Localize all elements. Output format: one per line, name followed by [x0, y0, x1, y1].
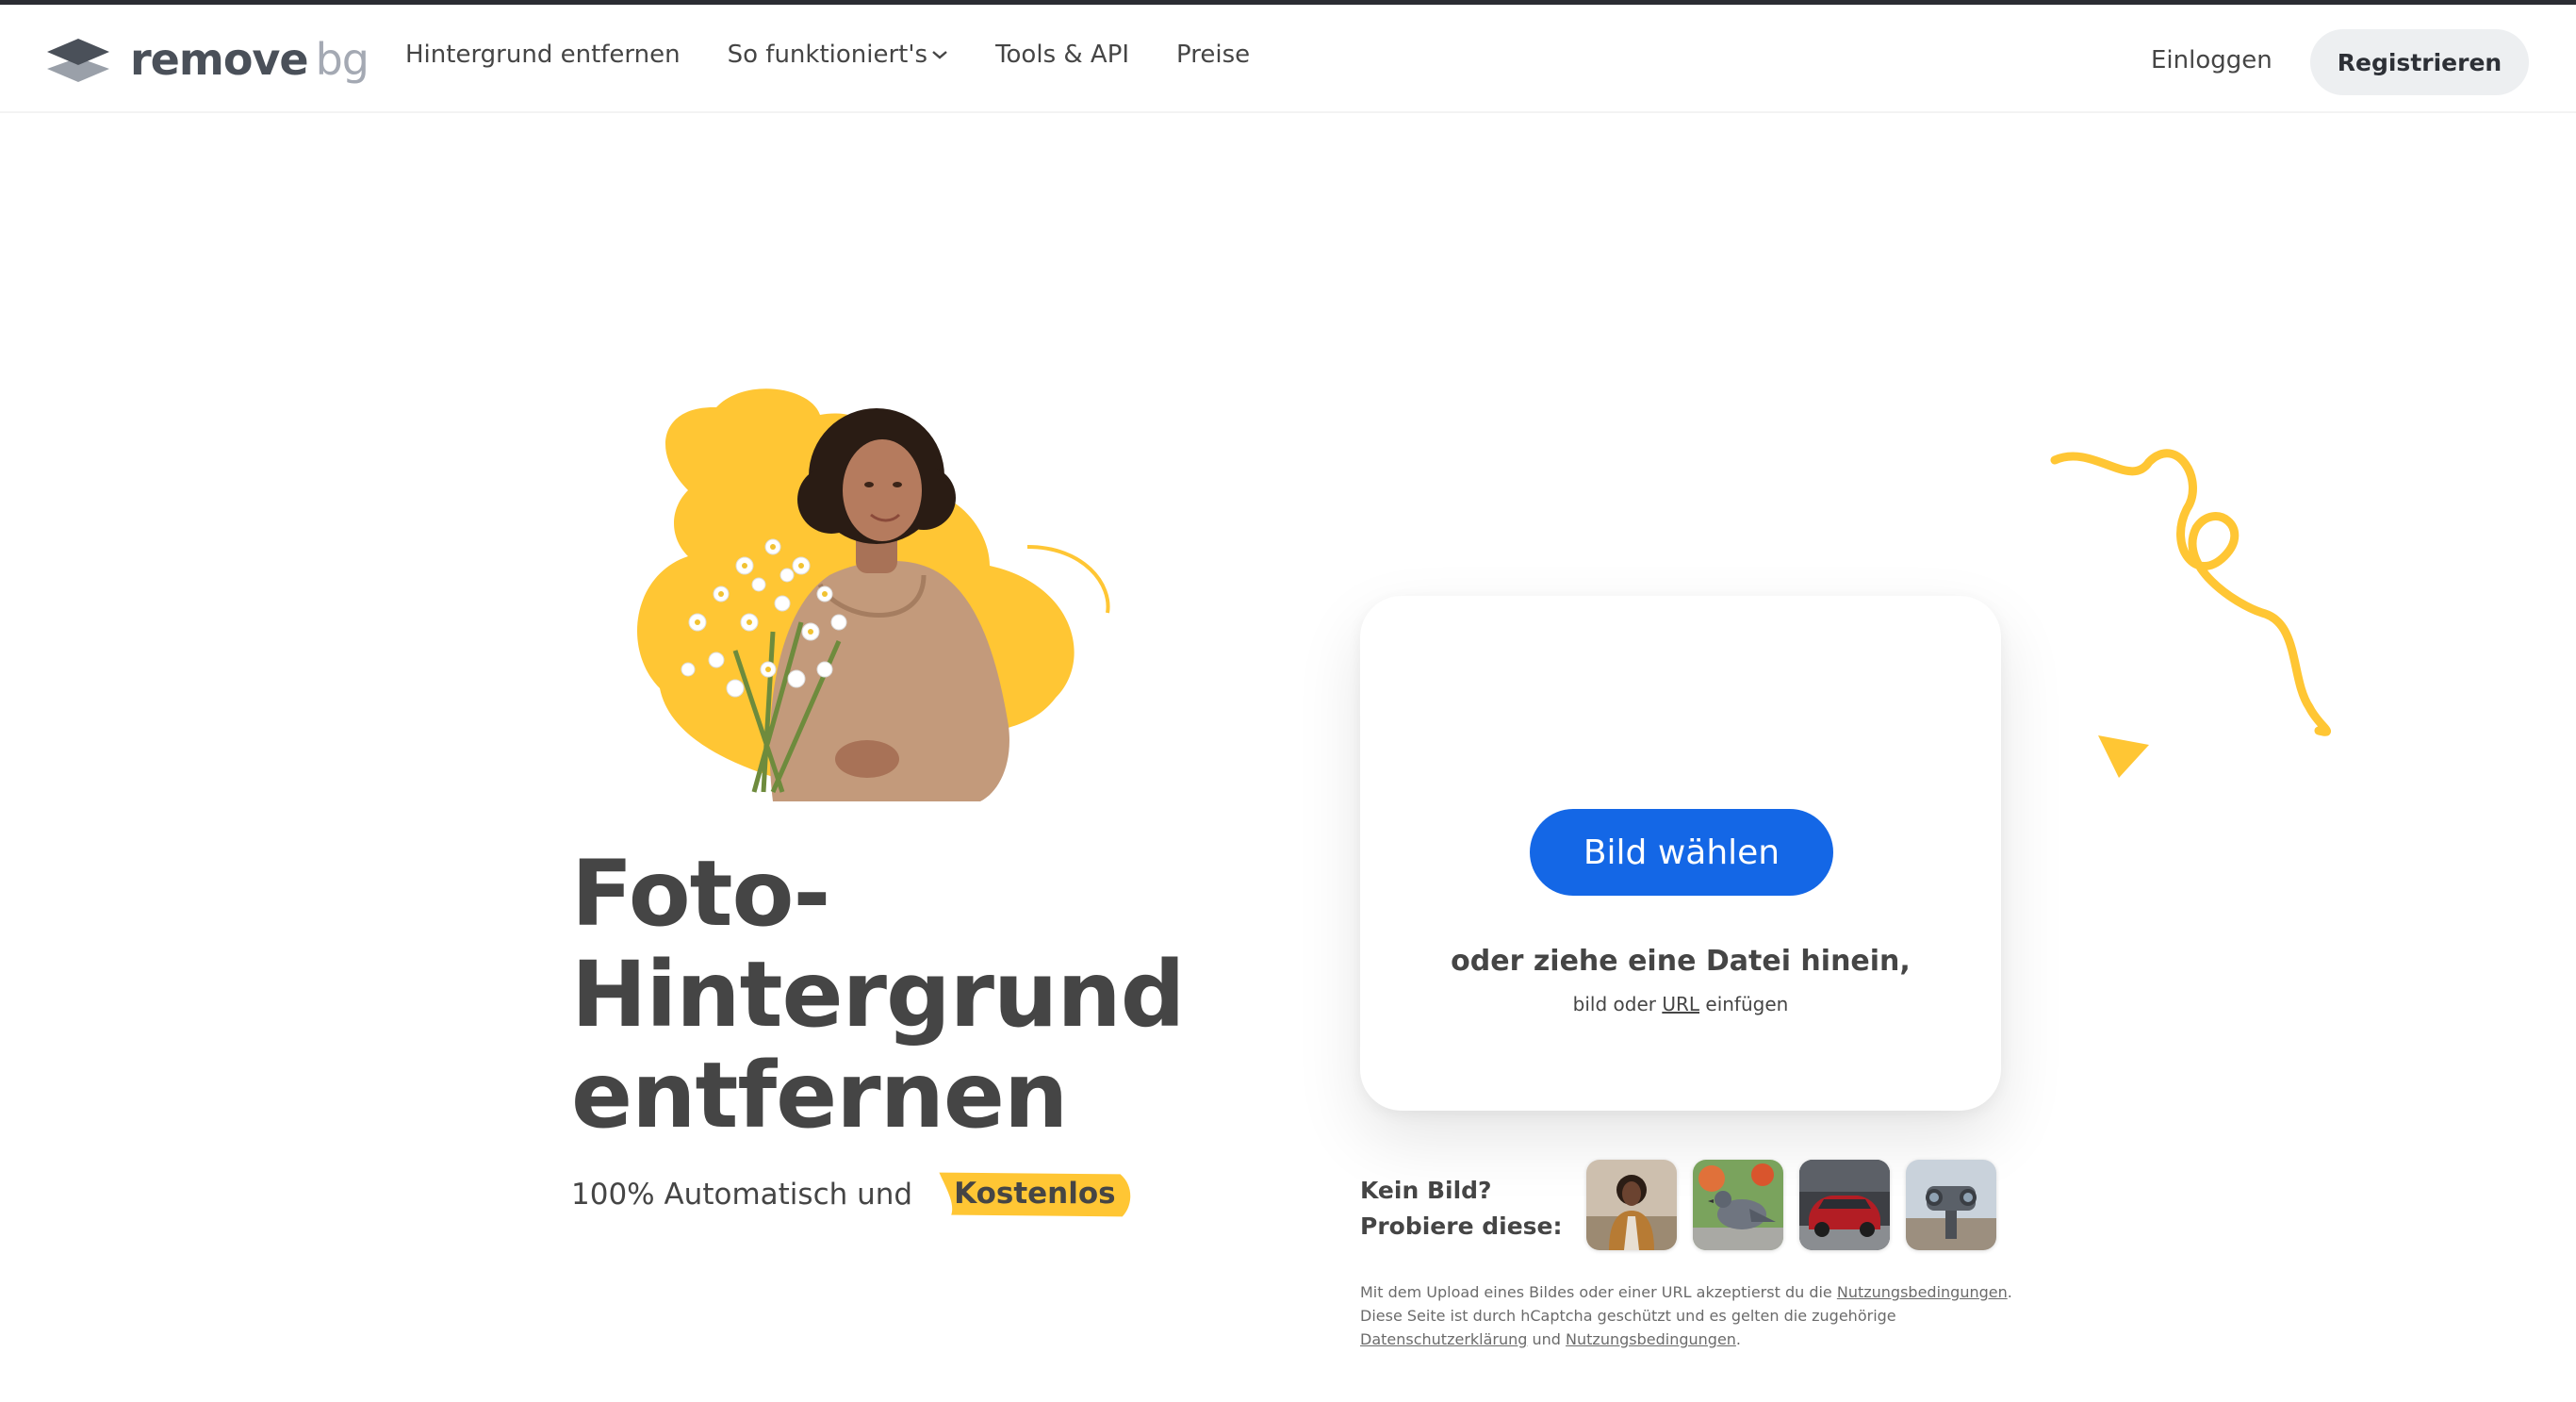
hero-title-line1: Foto-: [571, 841, 830, 947]
hero-image: [637, 388, 1110, 801]
legal-and: und: [1532, 1330, 1561, 1348]
paste-suffix: einfügen: [1705, 993, 1789, 1015]
woman-sample-image: [1586, 1160, 1677, 1250]
decorative-squiggle: [2050, 449, 2332, 778]
sample-woman[interactable]: [1586, 1160, 1677, 1250]
hero-subtitle-text: 100% Automatisch und: [571, 1178, 913, 1212]
paste-url-link[interactable]: URL: [1662, 993, 1699, 1015]
logo-bg-text: bg: [315, 34, 369, 85]
login-link[interactable]: Einloggen: [2151, 46, 2272, 74]
pigeon-sample-image: [1693, 1160, 1783, 1250]
sample-car[interactable]: [1799, 1160, 1890, 1250]
logo-remove-text: remove: [130, 34, 309, 85]
logo-icon: [47, 39, 109, 82]
free-badge: Kostenlos: [933, 1169, 1135, 1220]
legal-notice: Mit dem Upload eines Bildes oder einer U…: [1360, 1283, 2012, 1348]
terms-link[interactable]: Nutzungsbedingungen: [1837, 1283, 2008, 1301]
register-button[interactable]: Registrieren: [2310, 29, 2529, 95]
hero-title-line3: entfernen: [571, 1043, 1068, 1148]
binoculars-sample-image: [1906, 1160, 1996, 1250]
samples-line1: Kein Bild?: [1360, 1177, 1492, 1204]
main-nav: Hintergrund entfernen So funktioniert's …: [405, 41, 1297, 69]
sample-binoculars[interactable]: [1906, 1160, 1996, 1250]
drop-file-text: oder ziehe eine Datei hinein,: [1451, 945, 1911, 978]
samples-label: Kein Bild? Probiere diese:: [1360, 1173, 1563, 1245]
paste-prefix: bild oder: [1572, 993, 1656, 1015]
hero-title-line2: Hintergrund: [571, 942, 1185, 1047]
nav-remove-background[interactable]: Hintergrund entfernen: [405, 41, 681, 69]
logo[interactable]: remove bg: [45, 33, 369, 86]
hero-title: Foto- Hintergrund entfernen: [571, 844, 1231, 1146]
sample-thumbnails: [1586, 1160, 2012, 1250]
sample-pigeon[interactable]: [1693, 1160, 1783, 1250]
chevron-down-icon: [932, 51, 947, 59]
nav-tools-api[interactable]: Tools & API: [995, 41, 1129, 69]
nav-how-it-works-label: So funktioniert's: [727, 41, 928, 69]
hero-subtitle: 100% Automatisch und Kostenlos: [571, 1169, 1135, 1220]
upload-card[interactable]: Bild wählen oder ziehe eine Datei hinein…: [1360, 596, 2001, 1111]
free-badge-label: Kostenlos: [954, 1177, 1116, 1211]
upload-image-button[interactable]: Bild wählen: [1530, 809, 1833, 896]
legal-text1: Mit dem Upload eines Bildes oder einer U…: [1360, 1283, 1832, 1301]
legal-text2: Diese Seite ist durch hCaptcha geschützt…: [1360, 1307, 1896, 1325]
site-header: remove bg Hintergrund entfernen So funkti…: [0, 5, 2576, 113]
nav-pricing[interactable]: Preise: [1176, 41, 1250, 69]
car-sample-image: [1799, 1160, 1890, 1250]
samples-line2: Probiere diese:: [1360, 1212, 1563, 1240]
privacy-link[interactable]: Datenschutzerklärung: [1360, 1330, 1527, 1348]
terms-link-2[interactable]: Nutzungsbedingungen: [1566, 1330, 1736, 1348]
nav-how-it-works[interactable]: So funktioniert's: [728, 41, 948, 69]
paste-hint: bild oder URL einfügen: [1360, 993, 2001, 1015]
